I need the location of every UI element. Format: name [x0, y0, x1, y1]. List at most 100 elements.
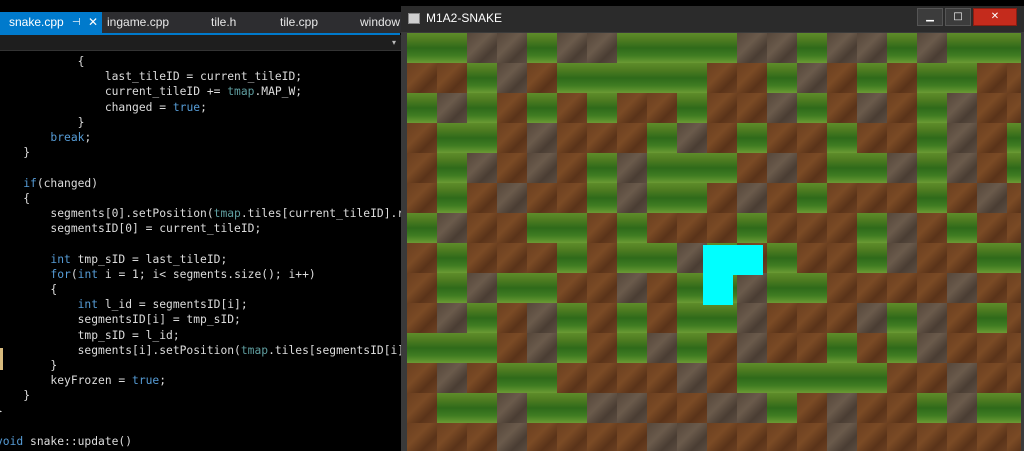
map-tile-dirt	[887, 93, 917, 123]
map-tile-grass	[587, 93, 617, 123]
code-token: }	[23, 389, 31, 403]
map-tile-dirt	[557, 423, 587, 451]
map-tile-grass	[407, 333, 437, 363]
map-tile-grass	[527, 273, 557, 303]
code-line[interactable]: }	[0, 145, 30, 161]
map-tile-stone	[827, 393, 857, 423]
code-line[interactable]: tmp_sID = l_id;	[0, 328, 180, 344]
code-line[interactable]: {	[0, 282, 57, 298]
map-tile-grass	[587, 63, 617, 93]
map-tile-stone	[677, 363, 707, 393]
code-line[interactable]: changed = true;	[0, 100, 207, 116]
code-area[interactable]: { last_tileID = current_tileID; current_…	[0, 51, 402, 451]
game-playfield[interactable]	[407, 33, 1021, 451]
map-tile-dirt	[797, 303, 827, 333]
map-tile-grass	[617, 243, 647, 273]
map-tile-dirt	[467, 213, 497, 243]
code-line[interactable]: segmentsID[i] = tmp_sID;	[0, 312, 241, 328]
app-icon	[408, 13, 420, 24]
map-tile-stone	[497, 63, 527, 93]
map-tile-dirt	[827, 213, 857, 243]
pin-icon[interactable]: ⊣	[72, 12, 81, 33]
code-line[interactable]: {	[0, 191, 30, 207]
tab-tile-cpp[interactable]: tile.cpp	[280, 12, 318, 33]
code-line[interactable]: for(int i = 1; i< segments.size(); i++)	[0, 267, 315, 283]
map-tile-stone	[857, 303, 887, 333]
map-tile-dirt	[827, 273, 857, 303]
code-line[interactable]: }	[0, 115, 85, 131]
map-tile-grass	[467, 63, 497, 93]
map-tile-stone	[587, 393, 617, 423]
map-tile-grass	[977, 303, 1007, 333]
map-tile-dirt	[437, 63, 467, 93]
code-line[interactable]: segmentsID[0] = current_tileID;	[0, 221, 261, 237]
map-tile-dirt	[587, 213, 617, 243]
code-line[interactable]: }	[0, 404, 3, 420]
map-tile-grass	[437, 123, 467, 153]
map-tile-grass	[527, 393, 557, 423]
code-line[interactable]: if(changed)	[0, 176, 98, 192]
map-tile-dirt	[947, 303, 977, 333]
map-tile-stone	[917, 33, 947, 63]
map-tile-dirt	[797, 153, 827, 183]
close-window-button[interactable]: ✕	[973, 8, 1017, 26]
map-tile-stone	[647, 333, 677, 363]
code-line[interactable]: last_tileID = current_tileID;	[0, 69, 302, 85]
code-token: tmap	[240, 343, 269, 357]
map-tile-dirt	[1007, 363, 1021, 393]
map-tile-dirt	[827, 303, 857, 333]
map-tile-dirt	[887, 273, 917, 303]
map-tile-dirt	[587, 333, 617, 363]
map-tile-dirt	[467, 243, 497, 273]
map-tile-grass	[1007, 243, 1021, 273]
code-line[interactable]: segments[0].setPosition(tmap.tiles[curre…	[0, 206, 402, 222]
map-tile-dirt	[647, 273, 677, 303]
code-token: int	[50, 252, 71, 266]
chevron-down-icon[interactable]: ▾	[388, 35, 400, 51]
code-token: tmp_sID = last_tileID;	[70, 252, 228, 266]
map-tile-dirt	[977, 423, 1007, 451]
maximize-button[interactable]: □	[945, 8, 971, 26]
map-tile-stone	[977, 183, 1007, 213]
code-token: true	[132, 374, 160, 388]
code-line[interactable]: int tmp_sID = last_tileID;	[0, 252, 227, 268]
game-window[interactable]: M1A2-SNAKE ▁ □ ✕	[401, 6, 1024, 451]
map-tile-grass	[437, 33, 467, 63]
tab-window[interactable]: window	[360, 12, 400, 33]
map-tile-dirt	[797, 243, 827, 273]
map-tile-dirt	[977, 273, 1007, 303]
map-tile-stone	[707, 393, 737, 423]
map-tile-dirt	[1007, 213, 1021, 243]
map-tile-dirt	[1007, 333, 1021, 363]
code-line[interactable]: int l_id = segmentsID[i];	[0, 297, 248, 313]
code-token: segments[i].setPosition(	[0, 343, 241, 357]
code-line[interactable]: void snake::update()	[0, 434, 132, 450]
map-tile-dirt	[497, 213, 527, 243]
map-tile-stone	[497, 423, 527, 451]
code-line[interactable]: {	[0, 54, 85, 70]
window-title-bar[interactable]: M1A2-SNAKE ▁ □ ✕	[401, 6, 1024, 32]
map-tile-stone	[737, 33, 767, 63]
tab-tile-h[interactable]: tile.h	[211, 12, 236, 33]
code-line[interactable]: break;	[0, 130, 91, 146]
code-line[interactable]: current_tileID += tmap.MAP_W;	[0, 84, 302, 100]
map-tile-grass	[707, 33, 737, 63]
map-tile-grass	[887, 303, 917, 333]
map-tile-grass	[827, 363, 857, 393]
map-tile-grass	[617, 33, 647, 63]
code-line[interactable]: keyFrozen = true;	[0, 373, 166, 389]
tab-ingame-cpp[interactable]: ingame.cpp	[107, 12, 169, 33]
tab-snake-cpp[interactable]: snake.cpp ⊣ ✕	[0, 12, 102, 33]
map-tile-dirt	[587, 423, 617, 451]
code-line[interactable]: segments[i].setPosition(tmap.tiles[segme…	[0, 343, 402, 359]
map-tile-dirt	[1007, 303, 1021, 333]
map-tile-stone	[737, 303, 767, 333]
code-line[interactable]: }	[0, 358, 57, 374]
close-tab-icon[interactable]: ✕	[88, 12, 98, 33]
minimize-button[interactable]: ▁	[917, 8, 943, 26]
code-line[interactable]: }	[0, 388, 30, 404]
tab-label: tile.cpp	[280, 15, 319, 29]
map-tile-dirt	[407, 63, 437, 93]
map-tile-dirt	[917, 273, 947, 303]
